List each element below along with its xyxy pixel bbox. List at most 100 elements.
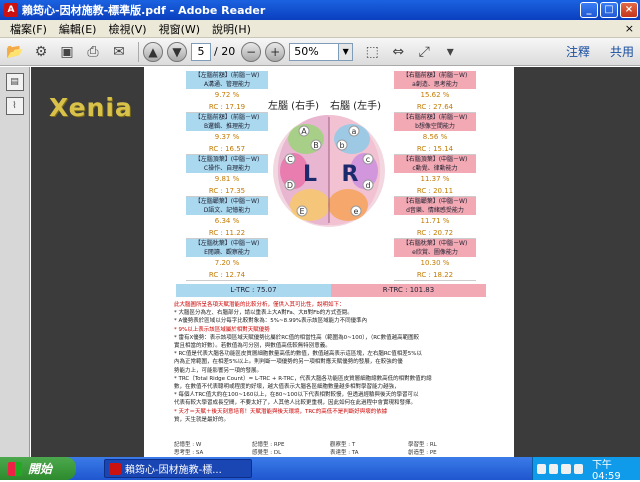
create-pdf-icon[interactable]: ⚙ <box>30 41 52 63</box>
pdf-page: 【左腦前額】(前腦－W) A溝通、管理能力 9.72 % RC : 17.19 【左腦前… <box>144 67 514 457</box>
tray-volume-icon[interactable] <box>573 463 583 474</box>
box-header: 【左腦前額】(前腦－W) A溝通、管理能力 <box>186 71 268 89</box>
text-line: 數，在數值不代表聰明或程度的好壞，越大值表示大腦各區細胞數量越多相對學習能力越強… <box>174 384 400 391</box>
attachments-icon[interactable]: ⌇ <box>5 97 24 115</box>
legend-cell: 思考型 : SA <box>174 450 204 456</box>
toolbar-more-icon[interactable]: ▾ <box>439 41 461 63</box>
toolbar-right-links: 注釋 共用 <box>566 43 634 60</box>
zoom-dropdown-arrow[interactable]: ▼ <box>339 42 354 61</box>
right-brain-box: 【右腦頂葉】(中腦－W) c動覺、律動能力 11.37 % RC : 20.11 <box>394 155 476 197</box>
box-header: 【左腦頂葉】(中腦－W) C操作、自理能力 <box>186 155 268 173</box>
box-header-title: 【左腦枕葉】(中腦－W) <box>194 240 260 247</box>
text-line: * RC值是代表大腦各功能區皮質層細胞數量高低的數值，數值越高表示這區塊，左右腦… <box>174 351 423 358</box>
box-header-title: 【右腦顳葉】(中腦－W) <box>402 198 468 205</box>
text-line: 代表有較大學習成長空間，不要太好了，人其他人比較更重視，因此如何在此過程中會實現… <box>174 400 417 407</box>
navigation-panel: ▤ ⌇ <box>0 67 30 457</box>
close-button[interactable]: × <box>620 2 638 18</box>
box-header: 【右腦枕葉】(中腦－W) e欣賞、圖像能力 <box>394 239 476 257</box>
zoom-out-button[interactable]: − <box>241 41 262 62</box>
full-screen-icon[interactable]: ⤢ <box>413 41 435 63</box>
box-percent: 9.81 % <box>186 173 268 185</box>
svg-text:b: b <box>339 141 344 150</box>
clock: 下午 04:59 <box>591 459 621 482</box>
comment-link[interactable]: 注釋 <box>566 43 590 60</box>
task-label: 賴筠心-因材施教-標... <box>125 465 222 476</box>
box-header-title: 【右腦頂葉】(中腦－W) <box>402 156 468 163</box>
box-percent: 6.34 % <box>186 215 268 227</box>
box-percent: 10.30 % <box>394 257 476 269</box>
left-brain-box: 【左腦枕葉】(中腦－W) E閱讀、觀察能力 7.20 % RC : 12.74 <box>186 239 268 281</box>
box-header-title: 【左腦頂葉】(中腦－W) <box>194 156 260 163</box>
left-brain-box: 【左腦頂葉】(中腦－W) C操作、自理能力 9.81 % RC : 17.35 <box>186 155 268 197</box>
box-header: 【左腦顳葉】(中腦－W) D語文、記憶能力 <box>186 197 268 215</box>
text-line: * 天才＝天賦＋後天刻意培育！天賦潛能與後天環境，TRC的高低不是判斷好與壞的依… <box>174 408 388 415</box>
box-header-title: 【右腦枕葉】(中腦－W) <box>402 240 468 247</box>
svg-text:d: d <box>365 181 370 190</box>
watermark-text: Xenia <box>49 93 133 122</box>
box-header-sub: D語文、記憶能力 <box>203 207 251 214</box>
svg-text:e: e <box>354 207 359 216</box>
open-folder-icon[interactable]: 📂 <box>4 41 26 63</box>
box-header: 【右腦顳葉】(中腦－W) d音樂、情緒感受能力 <box>394 197 476 215</box>
right-brain-box: 【右腦前額】(前腦－W) a創造、思考能力 15.62 % RC : 27.64 <box>394 71 476 113</box>
box-rc-value: RC : 11.22 <box>186 227 268 239</box>
box-header-sub: c動覺、律動能力 <box>412 165 458 172</box>
previous-page-button[interactable]: ▲ <box>143 41 163 62</box>
start-button[interactable]: 開始 <box>0 457 76 480</box>
box-percent: 7.20 % <box>186 257 268 269</box>
save-icon[interactable]: ▣ <box>56 41 78 63</box>
fit-page-icon[interactable]: ⬚ <box>361 41 383 63</box>
svg-text:B: B <box>313 141 319 150</box>
box-header-sub: A溝通、管理能力 <box>203 81 251 88</box>
menu-view[interactable]: 檢視(V) <box>102 21 152 37</box>
svg-text:D: D <box>287 181 293 190</box>
menu-file[interactable]: 檔案(F) <box>4 21 53 37</box>
adobe-task-icon <box>109 462 121 475</box>
text-line: * 大腦區分為左、右腦部分，請以重表上大A對Fa、大B對Fb的方式查閱。 <box>174 310 353 317</box>
svg-text:A: A <box>301 127 307 136</box>
taskbar-window-item[interactable]: 賴筠心-因材施教-標... <box>104 459 252 478</box>
page-number-input[interactable]: 5 <box>191 42 211 61</box>
email-icon[interactable]: ✉ <box>108 41 130 63</box>
next-page-button[interactable]: ▼ <box>167 41 187 62</box>
tray-network-icon[interactable] <box>561 463 571 474</box>
box-percent: 11.37 % <box>394 173 476 185</box>
box-header-title: 【右腦前額】(前腦－W) <box>402 72 468 79</box>
fit-width-icon[interactable]: ⇔ <box>387 41 409 63</box>
box-header-sub: B邏輯、推理能力 <box>203 123 251 130</box>
svg-text:C: C <box>287 155 293 164</box>
box-header-sub: b想像空間能力 <box>415 123 455 130</box>
minimize-button[interactable]: _ <box>580 2 598 18</box>
menu-edit[interactable]: 編輯(E) <box>53 21 103 37</box>
text-line: 實且相當的好數）。若數值為可分別，與數值高低較無特別意義。 <box>174 343 331 350</box>
left-brain-title: 左腦 (右手) <box>268 101 319 112</box>
menu-window[interactable]: 視窗(W) <box>153 21 206 37</box>
box-header-sub: C操作、自理能力 <box>203 165 251 172</box>
legend-cell: 創造型 : PE <box>408 450 437 456</box>
box-rc-value: RC : 15.14 <box>394 143 476 155</box>
svg-text:c: c <box>366 155 370 164</box>
share-link[interactable]: 共用 <box>610 43 634 60</box>
zoom-in-button[interactable]: + <box>265 41 286 62</box>
box-percent: 8.56 % <box>394 131 476 143</box>
box-header-title: 【左腦前額】(前腦－W) <box>194 72 260 79</box>
print-icon[interactable]: ⎙ <box>82 41 104 63</box>
left-total-bar: L-TRC : 75.07 <box>176 284 331 297</box>
box-percent: 15.62 % <box>394 89 476 101</box>
maximize-button[interactable]: □ <box>600 2 618 18</box>
text-line: * A優勢表於區域以分每字比較對象為：5%~8.99%表示該區域能力不同優準內 <box>174 318 368 325</box>
page-thumbnails-icon[interactable]: ▤ <box>5 73 24 91</box>
tray-pdf-icon[interactable] <box>537 463 547 474</box>
menu-help[interactable]: 說明(H) <box>206 21 257 37</box>
box-header-title: 【左腦前額】(前腦－W) <box>194 114 260 121</box>
brain-diagram: A B C D E a b c d e L R <box>273 115 385 227</box>
toolbar-separator <box>138 41 139 62</box>
document-area[interactable]: Xenia 【左腦前額】(前腦－W) A溝通、管理能力 9.72 % RC : 17.… <box>31 67 640 457</box>
text-line: * 每個人TRC值大約在100~160以上，在80~100以下代表相對較慢，但透… <box>174 392 419 399</box>
legend-cell: 記憶型 : W <box>174 442 202 448</box>
box-rc-value: RC : 17.35 <box>186 185 268 197</box>
right-brain-box: 【右腦顳葉】(中腦－W) d音樂、情緒感受能力 11.71 % RC : 20.72 <box>394 197 476 239</box>
document-close-button[interactable]: × <box>625 22 634 35</box>
tray-shield-icon[interactable] <box>549 463 559 474</box>
zoom-level-input[interactable]: 50% <box>289 42 340 61</box>
